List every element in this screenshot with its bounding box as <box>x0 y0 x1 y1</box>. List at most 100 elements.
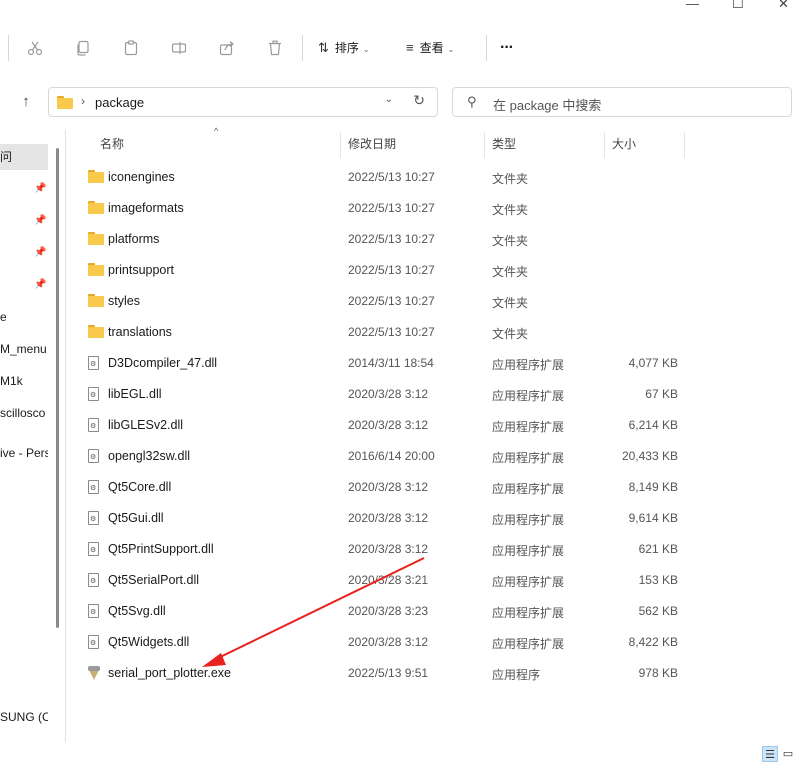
view-toggle: ☰ ▭ <box>760 744 796 764</box>
dll-file-icon: ⚙ <box>88 387 99 401</box>
column-divider[interactable] <box>484 132 485 158</box>
file-row[interactable]: translations 2022/5/13 10:27 文件夹 <box>86 317 686 348</box>
column-header-date[interactable]: 修改日期 <box>348 130 396 158</box>
rename-icon <box>171 42 187 54</box>
file-row[interactable]: ⚙ libEGL.dll 2020/3/28 3:12 应用程序扩展 67 KB <box>86 379 686 410</box>
nav-item[interactable]: ive - Pers <box>0 440 48 466</box>
rename-button[interactable] <box>164 32 194 64</box>
column-header-size[interactable]: 大小 <box>612 130 636 158</box>
file-date: 2022/5/13 10:27 <box>348 201 435 215</box>
folder-icon <box>88 201 104 214</box>
share-button[interactable] <box>212 32 242 64</box>
file-date: 2020/3/28 3:12 <box>348 511 429 525</box>
minimize-button[interactable]: — <box>686 0 699 11</box>
column-divider[interactable] <box>604 132 605 158</box>
file-row[interactable]: ⚙ Qt5Svg.dll 2020/3/28 3:23 应用程序扩展 562 KB <box>86 596 686 627</box>
navigation-pane: 问 📌 📌 📌 📌 e M_menu M1k scillosco ive - P… <box>0 130 60 750</box>
nav-item[interactable]: scillosco <box>0 400 48 426</box>
delete-button[interactable] <box>260 32 290 64</box>
close-button[interactable]: ✕ <box>778 0 789 12</box>
file-row[interactable]: imageformats 2022/5/13 10:27 文件夹 <box>86 193 686 224</box>
chevron-right-icon[interactable]: › <box>81 94 85 108</box>
file-name: D3Dcompiler_47.dll <box>108 356 218 370</box>
address-bar[interactable]: › package ⌄ ↻ <box>48 87 438 117</box>
file-date: 2020/3/28 3:12 <box>348 542 429 556</box>
file-name: platforms <box>108 232 160 246</box>
search-input[interactable]: ⚲ 在 package 中搜索 <box>452 87 792 117</box>
nav-item[interactable]: 📌 <box>0 208 48 234</box>
file-type: 文件夹 <box>492 203 529 217</box>
folder-icon <box>88 170 104 183</box>
copy-button[interactable] <box>68 32 98 64</box>
address-row: ↑ › package ⌄ ↻ ⚲ 在 package 中搜索 <box>0 84 798 120</box>
file-name: libGLESv2.dll <box>108 418 184 432</box>
refresh-icon[interactable]: ↻ <box>413 92 425 109</box>
file-type: 应用程序扩展 <box>492 451 565 465</box>
nav-item[interactable]: 问 <box>0 144 48 170</box>
folder-icon <box>88 232 104 245</box>
file-date: 2022/5/13 9:51 <box>348 666 429 680</box>
column-header-name[interactable]: 名称 <box>100 130 124 158</box>
file-date: 2022/5/13 10:27 <box>348 232 435 246</box>
file-size: 621 KB <box>638 542 678 556</box>
nav-item[interactable]: M_menu <box>0 336 48 362</box>
share-icon <box>219 41 234 56</box>
column-divider[interactable] <box>340 132 341 158</box>
chevron-down-icon[interactable]: ⌄ <box>385 94 393 105</box>
file-row[interactable]: ⚙ Qt5Widgets.dll 2020/3/28 3:12 应用程序扩展 8,422… <box>86 627 686 658</box>
breadcrumb-package[interactable]: package <box>95 95 144 110</box>
view-menu-button[interactable]: ≡ 查看 ⌄ <box>406 32 454 64</box>
file-row[interactable]: ⚙ Qt5Gui.dll 2020/3/28 3:12 应用程序扩展 9,614 KB <box>86 503 686 534</box>
delete-icon <box>269 40 281 56</box>
file-row[interactable]: platforms 2022/5/13 10:27 文件夹 <box>86 224 686 255</box>
column-divider[interactable] <box>684 132 685 158</box>
file-date: 2020/3/28 3:12 <box>348 480 429 494</box>
paste-button[interactable] <box>116 32 146 64</box>
file-size: 8,422 KB <box>628 635 678 649</box>
file-name: serial_port_plotter.exe <box>108 666 231 680</box>
file-row[interactable]: ⚙ Qt5Core.dll 2020/3/28 3:12 应用程序扩展 8,149 KB <box>86 472 686 503</box>
tiles-view-icon[interactable]: ▭ <box>780 746 796 762</box>
dll-file-icon: ⚙ <box>88 635 99 649</box>
nav-item[interactable]: e <box>0 304 48 330</box>
pin-icon: 📌 <box>34 215 47 226</box>
pane-divider[interactable] <box>65 130 66 742</box>
nav-item[interactable]: 📌 <box>0 176 48 202</box>
file-row[interactable]: ⚙ opengl32sw.dll 2016/6/14 20:00 应用程序扩展 20,4… <box>86 441 686 472</box>
file-row[interactable]: printsupport 2022/5/13 10:27 文件夹 <box>86 255 686 286</box>
nav-item[interactable]: 📌 <box>0 272 48 298</box>
nav-item[interactable]: SUNG (C: <box>0 704 48 730</box>
chevron-down-icon: ⌄ <box>447 45 455 54</box>
dll-file-icon: ⚙ <box>88 604 99 618</box>
nav-item[interactable]: M1k <box>0 368 48 394</box>
file-date: 2020/3/28 3:23 <box>348 604 429 618</box>
file-type: 应用程序扩展 <box>492 575 565 589</box>
file-row[interactable]: ⚙ Qt5PrintSupport.dll 2020/3/28 3:12 应用程序扩展… <box>86 534 686 565</box>
file-row[interactable]: serial_port_plotter.exe 2022/5/13 9:51 应用程… <box>86 658 686 689</box>
column-header-type[interactable]: 类型 <box>492 130 516 158</box>
file-size: 20,433 KB <box>621 449 678 463</box>
file-size: 4,077 KB <box>628 356 678 370</box>
file-row[interactable]: iconengines 2022/5/13 10:27 文件夹 <box>86 162 686 193</box>
more-options-button[interactable]: ··· <box>500 32 514 64</box>
file-size: 9,614 KB <box>628 511 678 525</box>
nav-scrollbar[interactable] <box>56 148 59 628</box>
cut-button[interactable] <box>20 32 50 64</box>
file-row[interactable]: ⚙ D3Dcompiler_47.dll 2014/3/11 18:54 应用程序扩展… <box>86 348 686 379</box>
file-name: Qt5PrintSupport.dll <box>108 542 214 556</box>
dll-file-icon: ⚙ <box>88 449 99 463</box>
dll-file-icon: ⚙ <box>88 542 99 556</box>
maximize-button[interactable]: ☐ <box>732 0 744 12</box>
details-view-icon[interactable]: ☰ <box>762 746 778 762</box>
up-arrow-icon[interactable]: ↑ <box>14 90 38 114</box>
file-name: libEGL.dll <box>108 387 162 401</box>
file-date: 2020/3/28 3:21 <box>348 573 429 587</box>
nav-item[interactable]: 📌 <box>0 240 48 266</box>
file-row[interactable]: ⚙ libGLESv2.dll 2020/3/28 3:12 应用程序扩展 6,214 … <box>86 410 686 441</box>
executable-icon <box>88 666 100 680</box>
file-row[interactable]: ⚙ Qt5SerialPort.dll 2020/3/28 3:21 应用程序扩展 15… <box>86 565 686 596</box>
file-type: 应用程序 <box>492 668 541 682</box>
file-name: Qt5Widgets.dll <box>108 635 190 649</box>
file-row[interactable]: styles 2022/5/13 10:27 文件夹 <box>86 286 686 317</box>
sort-menu-button[interactable]: ⇅ 排序 ⌄ <box>318 32 370 64</box>
